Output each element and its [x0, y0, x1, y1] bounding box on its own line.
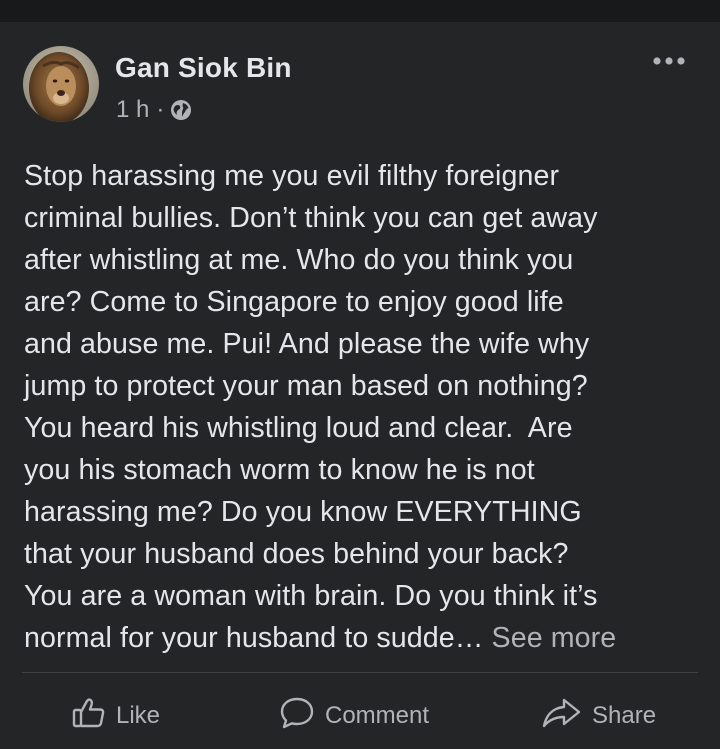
like-button[interactable]: Like	[72, 696, 160, 736]
post-text-line: are? Come to Singapore to enjoy good lif…	[24, 286, 564, 318]
like-label: Like	[116, 702, 161, 729]
post-text-line: harassing me? Do you know EVERYTHING	[24, 496, 582, 528]
post-text-line: and abuse me. Pui! And please the wife w…	[24, 328, 590, 360]
post-time[interactable]: 1 h	[116, 96, 149, 124]
see-more-link[interactable]: See more	[492, 622, 617, 654]
share-label: Share	[592, 702, 657, 729]
post-text-last-line: normal for your husband to sudde… See mo…	[24, 617, 704, 659]
truncated-text: normal for your husband to sudde…	[24, 622, 484, 654]
avatar[interactable]	[23, 46, 99, 122]
post-text-line: that your husband does behind your back?	[24, 538, 569, 570]
divider	[22, 672, 698, 673]
top-bar	[0, 0, 720, 22]
post-text-line: You are a woman with brain. Do you think…	[24, 580, 598, 612]
meta-separator: ·	[156, 96, 165, 123]
share-arrow-icon	[542, 697, 592, 736]
comment-icon	[279, 696, 325, 737]
post-text-line: you his stomach worm to know he is not	[24, 454, 535, 486]
post-text-line: jump to protect your man based on nothin…	[24, 370, 588, 402]
post-meta: 1 h ·	[116, 96, 192, 124]
post-card: Gan Siok Bin 1 h · Stop harassing me you…	[0, 22, 720, 749]
post-text-line: criminal bullies. Don’t think you can ge…	[24, 202, 598, 234]
post-text-line: after whistling at me. Who do you think …	[24, 244, 574, 276]
globe-icon	[170, 99, 192, 121]
comment-button[interactable]: Comment	[279, 696, 429, 736]
share-button[interactable]: Share	[542, 696, 656, 736]
post-text: Stop harassing me you evil filthy foreig…	[24, 155, 704, 659]
action-bar: Like Comment Share	[0, 688, 720, 744]
thumbs-up-icon	[72, 697, 116, 736]
author-name[interactable]: Gan Siok Bin	[115, 52, 292, 84]
post-text-line: You heard his whistling loud and clear. …	[24, 412, 573, 444]
more-options-icon[interactable]	[652, 54, 686, 68]
comment-label: Comment	[325, 702, 430, 729]
post-text-line: Stop harassing me you evil filthy foreig…	[24, 160, 560, 192]
